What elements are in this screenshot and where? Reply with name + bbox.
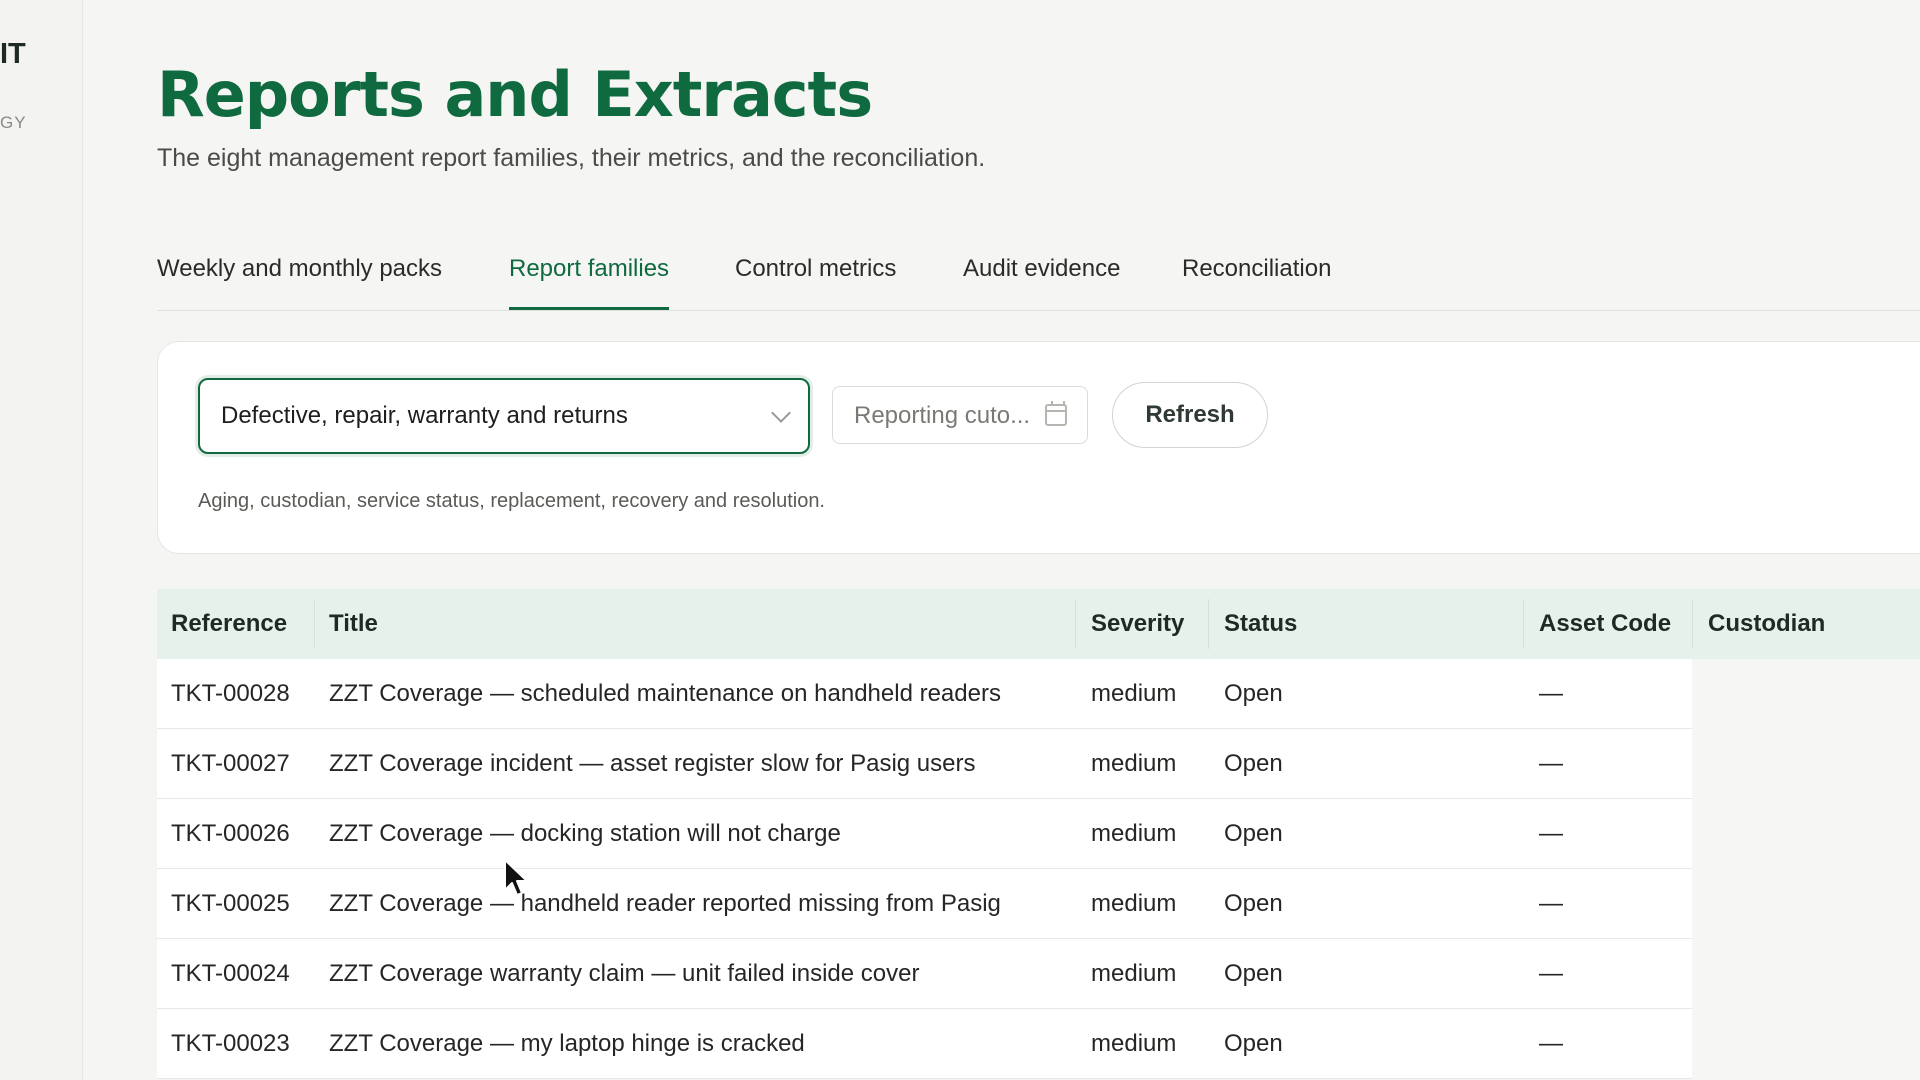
- column-divider: [1523, 599, 1524, 649]
- cell-severity: medium: [1091, 1030, 1177, 1057]
- refresh-button[interactable]: Refresh: [1112, 382, 1268, 448]
- page-title: Reports and Extracts: [157, 58, 873, 131]
- cell-status: Open: [1224, 820, 1283, 847]
- brand-subtitle: GY: [0, 113, 27, 132]
- column-header-severity[interactable]: Severity: [1091, 610, 1184, 638]
- mouse-cursor-icon: [504, 859, 528, 896]
- cell-status: Open: [1224, 680, 1283, 707]
- cell-title: ZZT Coverage incident — asset register s…: [329, 750, 976, 777]
- cell-reference: TKT-00024: [171, 960, 290, 987]
- reporting-cutoff-date-value: Reporting cuto...: [854, 402, 1031, 429]
- cell-status: Open: [1224, 960, 1283, 987]
- cell-severity: medium: [1091, 680, 1177, 707]
- table-body: TKT-00028 ZZT Coverage — scheduled maint…: [157, 659, 1920, 1079]
- column-header-custodian[interactable]: Custodian: [1708, 610, 1825, 638]
- column-divider: [1208, 599, 1209, 649]
- tab-reconciliation[interactable]: Reconciliation: [1182, 255, 1331, 310]
- cell-custodian: [1692, 799, 1920, 869]
- table-row[interactable]: TKT-00025 ZZT Coverage — handheld reader…: [157, 869, 1920, 939]
- cell-title: ZZT Coverage — scheduled maintenance on …: [329, 680, 1001, 707]
- cell-custodian: [1692, 659, 1920, 729]
- cell-asset-code: —: [1539, 680, 1563, 707]
- cell-reference: TKT-00025: [171, 890, 290, 917]
- tab-weekly-monthly-packs[interactable]: Weekly and monthly packs: [157, 255, 442, 310]
- cell-asset-code: —: [1539, 960, 1563, 987]
- report-family-select-value: Defective, repair, warranty and returns: [221, 402, 628, 429]
- tab-control-metrics[interactable]: Control metrics: [735, 255, 896, 310]
- cell-severity: medium: [1091, 960, 1177, 987]
- cell-title: ZZT Coverage warranty claim — unit faile…: [329, 960, 920, 987]
- table-row[interactable]: TKT-00024 ZZT Coverage warranty claim — …: [157, 939, 1920, 1009]
- column-divider: [1075, 599, 1076, 649]
- cell-custodian: [1692, 939, 1920, 1009]
- cell-reference: TKT-00026: [171, 820, 290, 847]
- cell-reference: TKT-00027: [171, 750, 290, 777]
- cell-custodian: [1692, 1009, 1920, 1079]
- page-subtitle: The eight management report families, th…: [157, 144, 986, 172]
- sidebar: IT GY: [0, 0, 83, 1080]
- tab-bar: Weekly and monthly packs Report families…: [157, 245, 1920, 311]
- cell-reference: TKT-00023: [171, 1030, 290, 1057]
- cell-custodian: [1692, 869, 1920, 939]
- table-row[interactable]: TKT-00023 ZZT Coverage — my laptop hinge…: [157, 1009, 1920, 1079]
- report-table: Reference Title Severity Status Asset Co…: [157, 589, 1920, 1079]
- cell-custodian: [1692, 729, 1920, 799]
- tab-report-families[interactable]: Report families: [509, 255, 670, 310]
- reporting-cutoff-date-input[interactable]: Reporting cuto...: [832, 386, 1088, 444]
- cell-asset-code: —: [1539, 1030, 1563, 1057]
- column-header-asset-code[interactable]: Asset Code: [1539, 610, 1671, 638]
- cell-status: Open: [1224, 1030, 1283, 1057]
- cell-asset-code: —: [1539, 820, 1563, 847]
- column-divider: [314, 599, 315, 649]
- column-header-title[interactable]: Title: [329, 610, 378, 638]
- filter-card: Defective, repair, warranty and returns …: [157, 341, 1920, 554]
- cell-reference: TKT-00028: [171, 680, 290, 707]
- cell-severity: medium: [1091, 750, 1177, 777]
- chevron-down-icon: [771, 403, 791, 423]
- table-row[interactable]: TKT-00028 ZZT Coverage — scheduled maint…: [157, 659, 1920, 729]
- column-header-status[interactable]: Status: [1224, 610, 1297, 638]
- cell-title: ZZT Coverage — handheld reader reported …: [329, 890, 1001, 917]
- report-family-description: Aging, custodian, service status, replac…: [198, 490, 825, 512]
- cell-title: ZZT Coverage — my laptop hinge is cracke…: [329, 1030, 805, 1057]
- brand-name: IT: [0, 38, 26, 70]
- cell-status: Open: [1224, 890, 1283, 917]
- main-content: Reports and Extracts The eight managemen…: [157, 0, 1920, 1080]
- column-divider: [1692, 599, 1693, 649]
- cell-asset-code: —: [1539, 750, 1563, 777]
- calendar-icon[interactable]: [1045, 401, 1067, 426]
- column-header-reference[interactable]: Reference: [171, 610, 287, 638]
- cell-severity: medium: [1091, 820, 1177, 847]
- cell-status: Open: [1224, 750, 1283, 777]
- cell-severity: medium: [1091, 890, 1177, 917]
- table-row[interactable]: TKT-00026 ZZT Coverage — docking station…: [157, 799, 1920, 869]
- cell-title: ZZT Coverage — docking station will not …: [329, 820, 841, 847]
- cell-asset-code: —: [1539, 890, 1563, 917]
- tab-audit-evidence[interactable]: Audit evidence: [963, 255, 1120, 310]
- table-row[interactable]: TKT-00027 ZZT Coverage incident — asset …: [157, 729, 1920, 799]
- report-family-select[interactable]: Defective, repair, warranty and returns: [198, 378, 810, 454]
- table-header: Reference Title Severity Status Asset Co…: [157, 589, 1920, 659]
